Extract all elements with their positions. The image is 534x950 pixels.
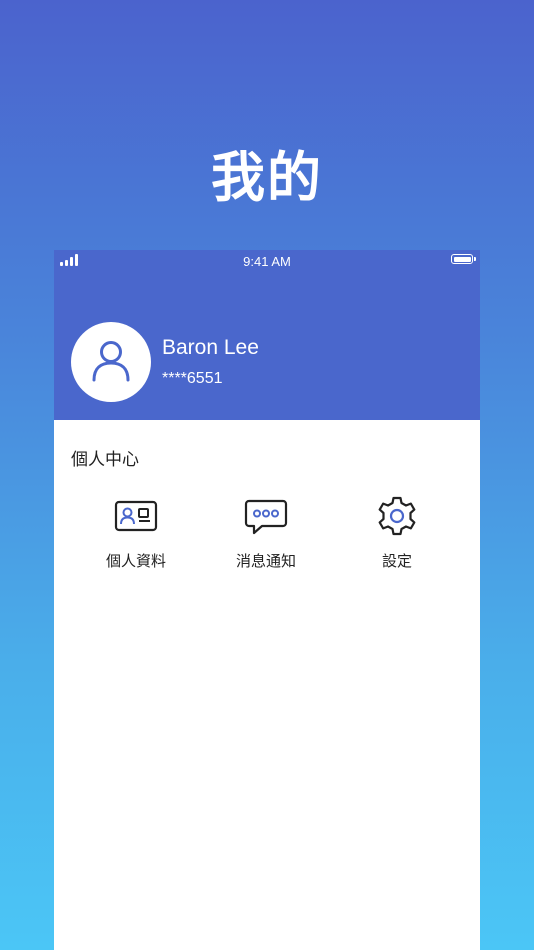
gear-icon: [378, 496, 416, 536]
user-name: Baron Lee: [162, 336, 259, 359]
status-bar: 9:41 AM: [54, 250, 480, 274]
phone-screen: 9:41 AM Baron Lee ****6551 個人中心 個人資料 消息通…: [54, 250, 480, 950]
menu-label-notifications: 消息通知: [235, 552, 296, 570]
menu-label-settings: 設定: [381, 552, 412, 570]
id-card-icon: [114, 500, 158, 532]
battery-nub: [474, 257, 476, 261]
avatar[interactable]: [71, 322, 151, 402]
user-icon: [92, 341, 130, 382]
menu-item-settings[interactable]: 設定: [337, 492, 457, 582]
chat-bubble-icon: [244, 499, 288, 535]
user-phone: ****6551: [162, 370, 223, 387]
battery-icon: [451, 254, 473, 264]
profile-header: 9:41 AM Baron Lee ****6551: [54, 250, 480, 420]
status-time: 9:41 AM: [243, 254, 291, 269]
menu-item-profile[interactable]: 個人資料: [76, 492, 196, 582]
section-title: 個人中心: [71, 450, 139, 470]
page-hero-title: 我的: [211, 146, 323, 209]
menu-label-profile: 個人資料: [105, 552, 166, 570]
menu-item-notifications[interactable]: 消息通知: [206, 492, 326, 582]
